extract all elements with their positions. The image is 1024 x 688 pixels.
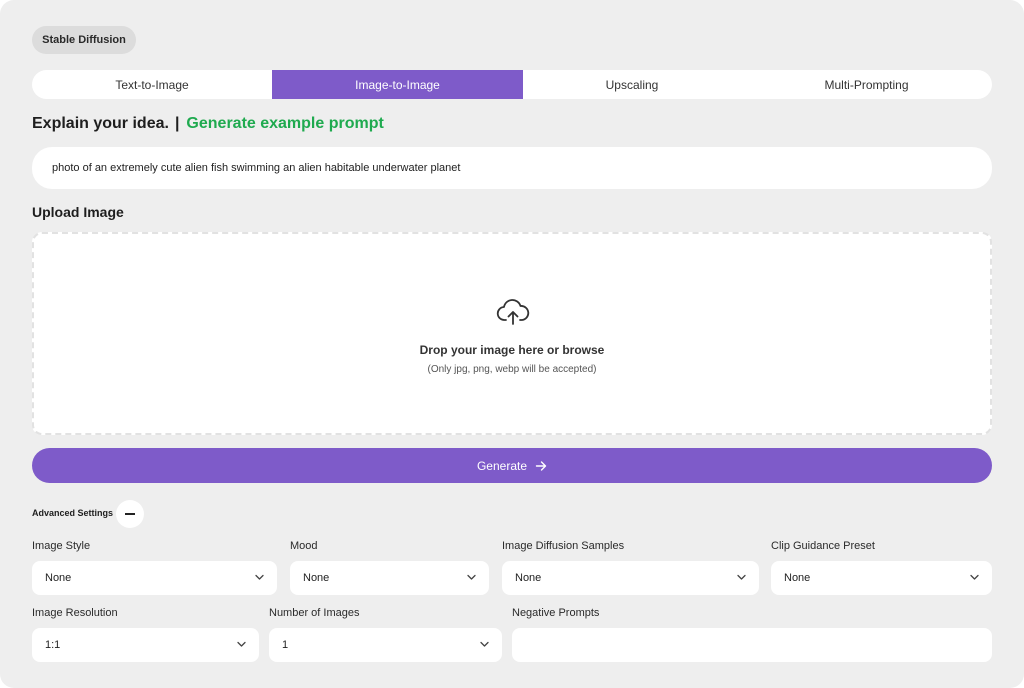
diffusion-samples-label: Image Diffusion Samples: [502, 540, 625, 552]
generate-button[interactable]: Generate: [32, 448, 992, 483]
image-resolution-select[interactable]: 1:1: [32, 628, 259, 662]
negative-prompts-label: Negative Prompts: [512, 607, 600, 619]
tab-image-to-image[interactable]: Image-to-Image: [272, 70, 523, 99]
idea-separator: |: [174, 115, 180, 132]
upload-title: Upload Image: [32, 204, 124, 220]
mood-select[interactable]: None: [290, 561, 489, 595]
generate-label: Generate: [476, 458, 528, 473]
generate-example-prompt-link[interactable]: Generate example prompt: [186, 115, 383, 133]
dropzone-sub-text: (Only jpg, png, webp will be accepted): [427, 364, 597, 375]
diffusion-samples-value: None: [515, 572, 542, 584]
tab-upscaling[interactable]: Upscaling: [523, 70, 741, 99]
prompt-input[interactable]: [32, 147, 992, 189]
clip-guidance-value: None: [784, 572, 811, 584]
idea-header: Explain your idea. | Generate example pr…: [32, 114, 384, 134]
chevron-down-icon: [467, 574, 476, 580]
image-style-select[interactable]: None: [32, 561, 277, 595]
tab-text-to-image[interactable]: Text-to-Image: [32, 70, 272, 99]
idea-title: Explain your idea.: [32, 115, 169, 132]
chevron-down-icon: [255, 574, 264, 580]
advanced-settings-toggle[interactable]: [116, 500, 144, 528]
dropzone-main-text: Drop your image here or browse: [419, 343, 605, 357]
arrow-right-icon: [535, 460, 547, 471]
tab-multi-prompting[interactable]: Multi-Prompting: [741, 70, 992, 99]
minus-icon: [125, 513, 135, 515]
advanced-settings-label: Advanced Settings: [32, 508, 114, 518]
number-of-images-select[interactable]: 1: [269, 628, 502, 662]
chevron-down-icon: [970, 574, 979, 580]
number-of-images-label: Number of Images: [269, 607, 360, 619]
mood-value: None: [303, 572, 330, 584]
image-resolution-value: 1:1: [45, 639, 61, 651]
main-panel: Stable Diffusion Text-to-Image Image-to-…: [0, 0, 1024, 688]
mode-tabs: Text-to-Image Image-to-Image Upscaling M…: [32, 70, 992, 99]
image-dropzone[interactable]: Drop your image here or browse (Only jpg…: [32, 232, 992, 435]
cloud-upload-icon: [496, 299, 530, 325]
diffusion-samples-select[interactable]: None: [502, 561, 759, 595]
chevron-down-icon: [480, 641, 489, 647]
negative-prompts-input[interactable]: [512, 628, 992, 662]
image-resolution-label: Image Resolution: [32, 607, 118, 619]
clip-guidance-label: Clip Guidance Preset: [771, 540, 875, 552]
number-of-images-value: 1: [282, 639, 289, 651]
mood-label: Mood: [290, 540, 318, 552]
image-style-label: Image Style: [32, 540, 91, 552]
clip-guidance-select[interactable]: None: [771, 561, 992, 595]
image-style-value: None: [45, 572, 72, 584]
app-badge[interactable]: Stable Diffusion: [32, 26, 136, 54]
chevron-down-icon: [737, 574, 746, 580]
chevron-down-icon: [237, 641, 246, 647]
